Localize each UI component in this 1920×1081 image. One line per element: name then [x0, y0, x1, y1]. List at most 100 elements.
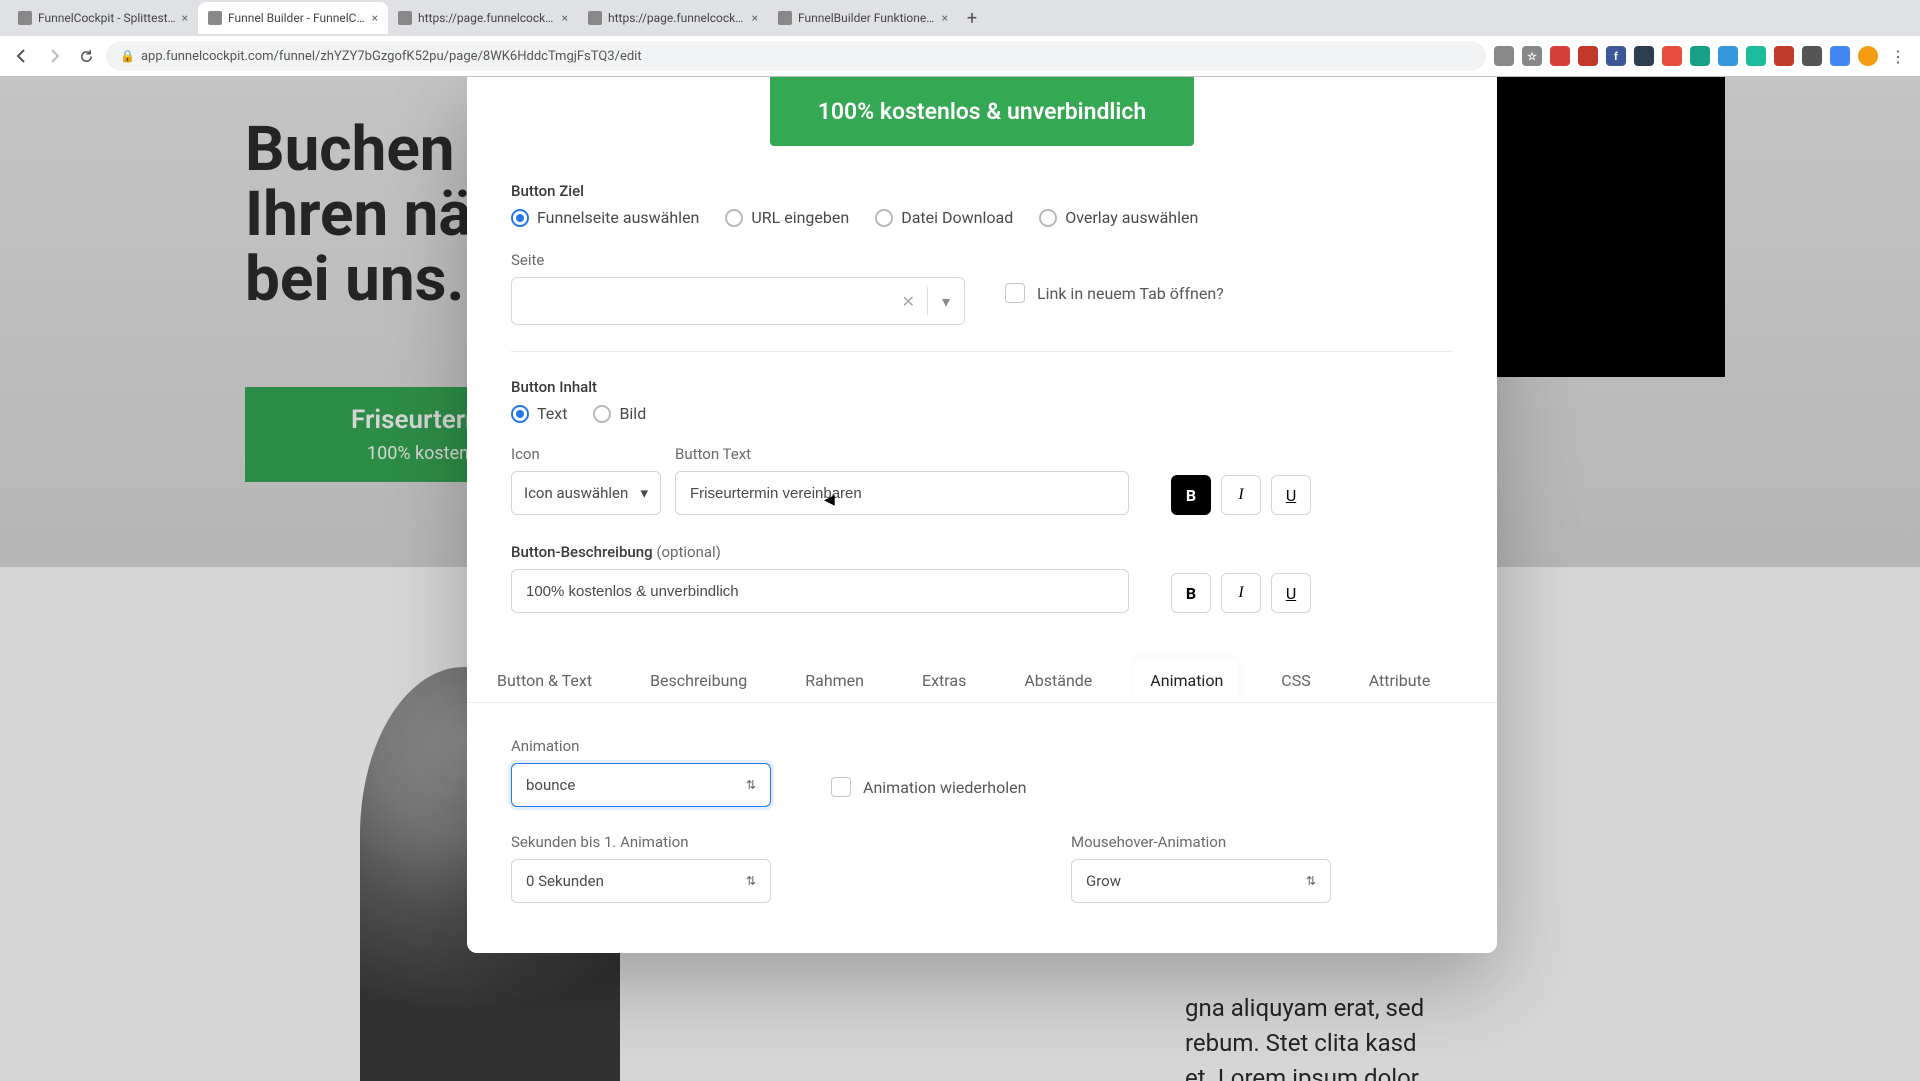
tab-rahmen[interactable]: Rahmen	[789, 659, 880, 702]
animation-label: Animation	[511, 737, 771, 755]
italic-button[interactable]: I	[1221, 475, 1261, 515]
radio-bild[interactable]: Bild	[593, 404, 646, 423]
extension-icon[interactable]	[1662, 46, 1682, 66]
radio-text[interactable]: Text	[511, 404, 567, 423]
tab-attribute[interactable]: Attribute	[1353, 659, 1447, 702]
icon-select[interactable]: Icon auswählen ▾	[511, 471, 661, 515]
hover-animation-label: Mousehover-Animation	[1071, 833, 1331, 851]
seite-label: Seite	[511, 251, 965, 269]
reload-icon	[79, 49, 94, 64]
extension-icon[interactable]	[1550, 46, 1570, 66]
button-settings-modal: 100% kostenlos & unverbindlich Button Zi…	[467, 77, 1497, 953]
icon-label: Icon	[511, 445, 661, 463]
extension-icon[interactable]	[1578, 46, 1598, 66]
url-bar[interactable]: 🔒 app.funnelcockpit.com/funnel/zhYZY7bGz…	[106, 41, 1486, 71]
button-text-input[interactable]	[675, 471, 1129, 515]
bold-button[interactable]: B	[1171, 573, 1211, 613]
button-target-label: Button Ziel	[511, 182, 1453, 200]
close-icon[interactable]: ×	[752, 11, 758, 25]
extension-icon[interactable]	[1746, 46, 1766, 66]
tab-button-text[interactable]: Button & Text	[481, 659, 608, 702]
clear-icon[interactable]: ✕	[890, 287, 928, 315]
kebab-menu[interactable]: ⋮	[1886, 44, 1910, 68]
button-text-label: Button Text	[675, 445, 1129, 463]
chevron-down-icon[interactable]: ▾	[928, 292, 964, 311]
tab-abstaende[interactable]: Abstände	[1008, 659, 1108, 702]
tab-beschreibung[interactable]: Beschreibung	[634, 659, 763, 702]
button-content-label: Button Inhalt	[511, 378, 1453, 396]
new-tab-button[interactable]: +	[958, 4, 986, 32]
radio-icon	[511, 405, 529, 423]
tab-label: Funnel Builder - FunnelCockpit	[228, 11, 366, 25]
chevron-down-icon: ▾	[640, 484, 648, 502]
tab-label: https://page.funnelcockpit.co	[418, 11, 556, 25]
radio-url-eingeben[interactable]: URL eingeben	[725, 208, 849, 227]
tab-label: FunnelBuilder Funktionen & E	[798, 11, 936, 25]
extension-icon[interactable]	[1690, 46, 1710, 66]
checkbox-icon	[831, 777, 851, 797]
chevron-up-down-icon: ⇅	[1306, 874, 1316, 888]
arrow-left-icon	[14, 48, 30, 64]
checkbox-icon	[1005, 283, 1025, 303]
forward-button[interactable]	[42, 44, 66, 68]
browser-tab[interactable]: FunnelBuilder Funktionen & E ×	[768, 2, 958, 34]
browser-tab[interactable]: Funnel Builder - FunnelCockpit ×	[198, 2, 388, 34]
extension-icon[interactable]	[1494, 46, 1514, 66]
extension-icon[interactable]	[1634, 46, 1654, 66]
browser-tab[interactable]: FunnelCockpit - Splittests, M ×	[8, 2, 198, 34]
tab-label: FunnelCockpit - Splittests, M	[38, 11, 176, 25]
browser-tab[interactable]: https://page.funnelcockpit.co ×	[388, 2, 578, 34]
extension-icon[interactable]: ☆	[1522, 46, 1542, 66]
extension-icon[interactable]	[1802, 46, 1822, 66]
close-icon[interactable]: ×	[562, 11, 568, 25]
button-content-radios: Text Bild	[511, 404, 1453, 423]
animation-repeat-checkbox[interactable]: Animation wiederholen	[831, 777, 1026, 797]
tab-animation[interactable]: Animation	[1134, 659, 1239, 702]
button-desc-input[interactable]	[511, 569, 1129, 613]
url-text: app.funnelcockpit.com/funnel/zhYZY7bGzgo…	[141, 49, 642, 64]
italic-button[interactable]: I	[1221, 573, 1261, 613]
animation-panel: Animation bounce ⇅ Animation wiederholen…	[467, 702, 1497, 913]
animation-select[interactable]: bounce ⇅	[511, 763, 771, 807]
radio-funnelseite[interactable]: Funnelseite auswählen	[511, 208, 699, 227]
back-button[interactable]	[10, 44, 34, 68]
profile-avatar[interactable]	[1858, 46, 1878, 66]
extension-icons: ☆ f ⋮	[1494, 44, 1910, 68]
tab-extras[interactable]: Extras	[906, 659, 982, 702]
button-preview: 100% kostenlos & unverbindlich	[770, 77, 1194, 146]
animation-delay-label: Sekunden bis 1. Animation	[511, 833, 771, 851]
close-icon[interactable]: ×	[942, 11, 948, 25]
seite-input[interactable]	[512, 293, 890, 310]
radio-datei-download[interactable]: Datei Download	[875, 208, 1013, 227]
extension-icon[interactable]: f	[1606, 46, 1626, 66]
new-tab-checkbox[interactable]: Link in neuem Tab öffnen?	[1005, 283, 1224, 303]
page-content: Buchen Si Ihren näch bei uns. W Friseurt…	[0, 77, 1920, 1081]
button-desc-label: Button-Beschreibung (optional)	[511, 543, 1129, 561]
seite-select[interactable]: ✕ ▾	[511, 277, 965, 325]
chevron-up-down-icon: ⇅	[746, 778, 756, 792]
tab-label: https://page.funnelcockpit.co	[608, 11, 746, 25]
radio-icon	[725, 209, 743, 227]
animation-delay-select[interactable]: 0 Sekunden ⇅	[511, 859, 771, 903]
hover-animation-select[interactable]: Grow ⇅	[1071, 859, 1331, 903]
close-icon[interactable]: ×	[372, 11, 378, 25]
radio-icon	[593, 405, 611, 423]
radio-overlay[interactable]: Overlay auswählen	[1039, 208, 1198, 227]
bold-button[interactable]: B	[1171, 475, 1211, 515]
reload-button[interactable]	[74, 44, 98, 68]
radio-icon	[875, 209, 893, 227]
button-target-radios: Funnelseite auswählen URL eingeben Datei…	[511, 208, 1453, 227]
underline-button[interactable]: U	[1271, 573, 1311, 613]
chevron-up-down-icon: ⇅	[746, 874, 756, 888]
underline-button[interactable]: U	[1271, 475, 1311, 515]
extension-icon[interactable]	[1830, 46, 1850, 66]
tab-favicon	[588, 11, 602, 25]
browser-tab[interactable]: https://page.funnelcockpit.co ×	[578, 2, 768, 34]
tab-css[interactable]: CSS	[1265, 659, 1326, 702]
extension-icon[interactable]	[1774, 46, 1794, 66]
close-icon[interactable]: ×	[182, 11, 188, 25]
extension-icon[interactable]	[1718, 46, 1738, 66]
tab-favicon	[398, 11, 412, 25]
arrow-right-icon	[46, 48, 62, 64]
tab-strip: FunnelCockpit - Splittests, M × Funnel B…	[0, 0, 1920, 36]
